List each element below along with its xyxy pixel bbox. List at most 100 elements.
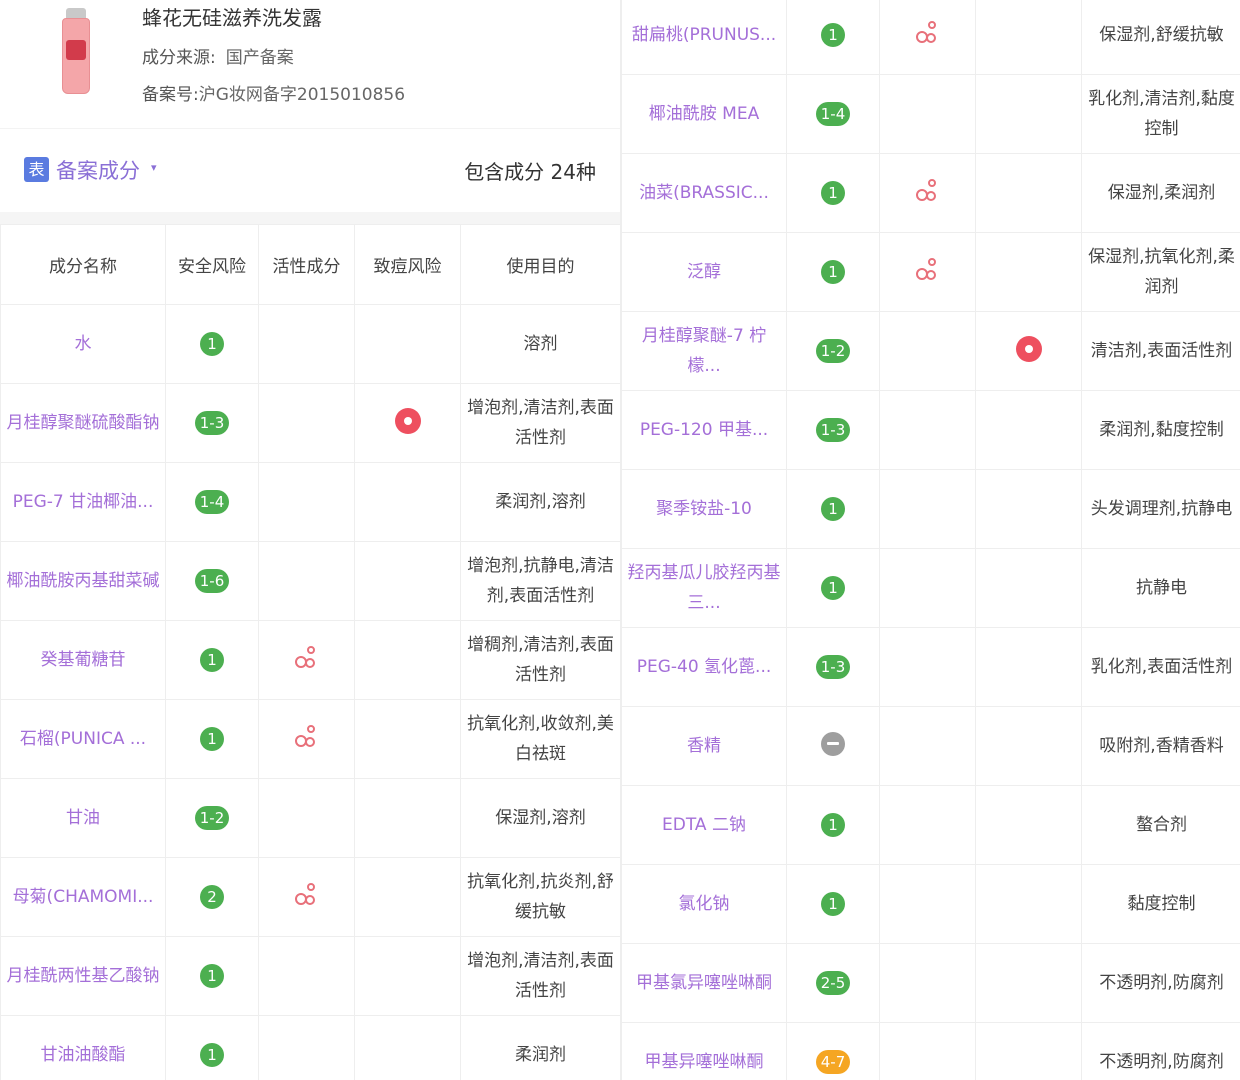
acne-risk-cell — [354, 620, 461, 700]
ingredient-name-link[interactable]: 香精 — [621, 706, 787, 786]
acne-risk-cell — [975, 390, 1082, 470]
ingredient-name-link[interactable]: PEG-7 甘油椰油... — [0, 462, 166, 542]
acne-risk-cell — [354, 462, 461, 542]
ingredient-name-link[interactable]: 甘油 — [0, 778, 166, 858]
header-name: 成分名称 — [0, 224, 166, 305]
table-row[interactable]: 氯化钠 1 黏度控制 — [621, 864, 1240, 944]
ingredient-name-link[interactable]: 月桂醇聚醚-7 柠檬... — [621, 311, 787, 391]
ingredient-name-link[interactable]: 癸基葡糖苷 — [0, 620, 166, 700]
table-row[interactable]: 水 1 溶剂 — [0, 304, 621, 384]
table-row[interactable]: PEG-7 甘油椰油... 1-4 柔润剂,溶剂 — [0, 462, 621, 542]
risk-badge: 1 — [821, 813, 845, 837]
risk-badge: 1-4 — [194, 490, 230, 514]
table-row[interactable]: 油菜(BRASSIC... 1 保湿剂,柔润剂 — [621, 153, 1240, 233]
ingredient-name-link[interactable]: 月桂酰两性基乙酸钠 — [0, 936, 166, 1016]
safety-risk-cell: 1 — [786, 0, 880, 75]
usage-purpose: 清洁剂,表面活性剂 — [1081, 311, 1240, 391]
table-row[interactable]: 甲基异噻唑啉酮 4-7 不透明剂,防腐剂 — [621, 1022, 1240, 1080]
table-row[interactable]: 羟丙基瓜儿胶羟丙基三... 1 抗静电 — [621, 548, 1240, 628]
table-row[interactable]: PEG-40 氢化蓖... 1-3 乳化剂,表面活性剂 — [621, 627, 1240, 707]
ingredient-name-link[interactable]: PEG-40 氢化蓖... — [621, 627, 787, 707]
reg-value: 沪G妆网备字2015010856 — [198, 85, 406, 105]
safety-risk-cell: 1-3 — [786, 627, 880, 707]
bubbles-icon — [914, 256, 942, 284]
safety-risk-cell: 1 — [786, 153, 880, 233]
safety-risk-cell: 1 — [165, 620, 259, 700]
table-row[interactable]: 甘油油酸酯 1 柔润剂 — [0, 1015, 621, 1080]
active-ingredient-cell — [258, 778, 355, 858]
usage-purpose: 保湿剂,抗氧化剂,柔润剂 — [1081, 232, 1240, 312]
ingredient-name-link[interactable]: 月桂醇聚醚硫酸酯钠 — [0, 383, 166, 463]
ingredient-name-link[interactable]: 羟丙基瓜儿胶羟丙基三... — [621, 548, 787, 628]
active-ingredient-cell — [258, 541, 355, 621]
ingredient-name-link[interactable]: EDTA 二钠 — [621, 785, 787, 865]
acne-risk-icon — [1015, 336, 1042, 362]
usage-purpose: 保湿剂,舒缓抗敏 — [1081, 0, 1240, 75]
active-ingredient-cell — [879, 74, 976, 154]
ingredient-name-link[interactable]: 母菊(CHAMOMI... — [0, 857, 166, 937]
table-row[interactable]: 椰油酰胺丙基甜菜碱 1-6 增泡剂,抗静电,清洁剂,表面活性剂 — [0, 541, 621, 621]
active-ingredient-cell — [258, 1015, 355, 1080]
ingredient-name-link[interactable]: 椰油酰胺 MEA — [621, 74, 787, 154]
acne-risk-cell — [975, 548, 1082, 628]
ingredient-name-link[interactable]: PEG-120 甲基... — [621, 390, 787, 470]
table-row[interactable]: 香精 吸附剂,香精香料 — [621, 706, 1240, 786]
usage-purpose: 不透明剂,防腐剂 — [1081, 1022, 1240, 1080]
ingredient-name-link[interactable]: 石榴(PUNICA ... — [0, 699, 166, 779]
usage-purpose: 抗氧化剂,抗炎剂,舒缓抗敏 — [460, 857, 621, 937]
product-name: 蜂花无硅滋养洗发露 — [142, 6, 322, 30]
table-row[interactable]: PEG-120 甲基... 1-3 柔润剂,黏度控制 — [621, 390, 1240, 470]
safety-risk-cell — [786, 706, 880, 786]
risk-badge: 1 — [200, 648, 224, 672]
acne-risk-cell — [975, 311, 1082, 391]
risk-badge: 1-2 — [815, 339, 851, 363]
ingredient-name-link[interactable]: 油菜(BRASSIC... — [621, 153, 787, 233]
ingredient-name-link[interactable]: 甲基异噻唑啉酮 — [621, 1022, 787, 1080]
table-row[interactable]: 甜扁桃(PRUNUS... 1 保湿剂,舒缓抗敏 — [621, 0, 1240, 75]
ingredient-name-link[interactable]: 聚季铵盐-10 — [621, 469, 787, 549]
safety-risk-cell: 1 — [786, 548, 880, 628]
table-row[interactable]: 月桂酰两性基乙酸钠 1 增泡剂,清洁剂,表面活性剂 — [0, 936, 621, 1016]
ingredient-name-link[interactable]: 甘油油酸酯 — [0, 1015, 166, 1080]
ingredient-name-link[interactable]: 椰油酰胺丙基甜菜碱 — [0, 541, 166, 621]
acne-risk-cell — [975, 1022, 1082, 1080]
table-row[interactable]: 椰油酰胺 MEA 1-4 乳化剂,清洁剂,黏度控制 — [621, 74, 1240, 154]
table-row[interactable]: 甘油 1-2 保湿剂,溶剂 — [0, 778, 621, 858]
active-ingredient-cell — [258, 304, 355, 384]
active-ingredient-cell — [258, 620, 355, 700]
usage-purpose: 吸附剂,香精香料 — [1081, 706, 1240, 786]
acne-risk-cell — [354, 699, 461, 779]
risk-badge: 1 — [821, 892, 845, 916]
ingredient-name-link[interactable]: 水 — [0, 304, 166, 384]
risk-badge: 1 — [200, 727, 224, 751]
header-acne-risk: 致痘风险 — [354, 224, 461, 305]
table-row[interactable]: 泛醇 1 保湿剂,抗氧化剂,柔润剂 — [621, 232, 1240, 312]
ingredient-name-link[interactable]: 泛醇 — [621, 232, 787, 312]
table-row[interactable]: 石榴(PUNICA ... 1 抗氧化剂,收敛剂,美白祛斑 — [0, 699, 621, 779]
table-row[interactable]: 月桂醇聚醚硫酸酯钠 1-3 增泡剂,清洁剂,表面活性剂 — [0, 383, 621, 463]
ingredient-name-link[interactable]: 甜扁桃(PRUNUS... — [621, 0, 787, 75]
risk-badge: 1 — [821, 497, 845, 521]
header-safety-risk: 安全风险 — [165, 224, 259, 305]
active-ingredient-cell — [879, 153, 976, 233]
active-ingredient-cell — [258, 383, 355, 463]
table-row[interactable]: 母菊(CHAMOMI... 2 抗氧化剂,抗炎剂,舒缓抗敏 — [0, 857, 621, 937]
table-row[interactable]: EDTA 二钠 1 螯合剂 — [621, 785, 1240, 865]
table-icon: 表 — [24, 157, 49, 182]
acne-risk-cell — [975, 627, 1082, 707]
usage-purpose: 溶剂 — [460, 304, 621, 384]
risk-badge: 1 — [200, 332, 224, 356]
table-row[interactable]: 甲基氯异噻唑啉酮 2-5 不透明剂,防腐剂 — [621, 943, 1240, 1023]
table-row[interactable]: 月桂醇聚醚-7 柠檬... 1-2 清洁剂,表面活性剂 — [621, 311, 1240, 391]
right-panel: 甜扁桃(PRUNUS... 1 保湿剂,舒缓抗敏 椰油酰胺 MEA 1-4 乳化剂,清洁剂… — [620, 0, 1240, 1080]
risk-badge: 4-7 — [815, 1050, 851, 1074]
table-row[interactable]: 癸基葡糖苷 1 增稠剂,清洁剂,表面活性剂 — [0, 620, 621, 700]
ingredient-name-link[interactable]: 氯化钠 — [621, 864, 787, 944]
table-row[interactable]: 聚季铵盐-10 1 头发调理剂,抗静电 — [621, 469, 1240, 549]
active-ingredient-cell — [258, 699, 355, 779]
section-title-dropdown[interactable]: 备案成分 — [56, 155, 140, 185]
active-ingredient-cell — [879, 390, 976, 470]
ingredient-name-link[interactable]: 甲基氯异噻唑啉酮 — [621, 943, 787, 1023]
ingredient-count: 包含成分 24种 — [464, 160, 596, 184]
caret-down-icon[interactable]: ▾ — [151, 161, 157, 174]
